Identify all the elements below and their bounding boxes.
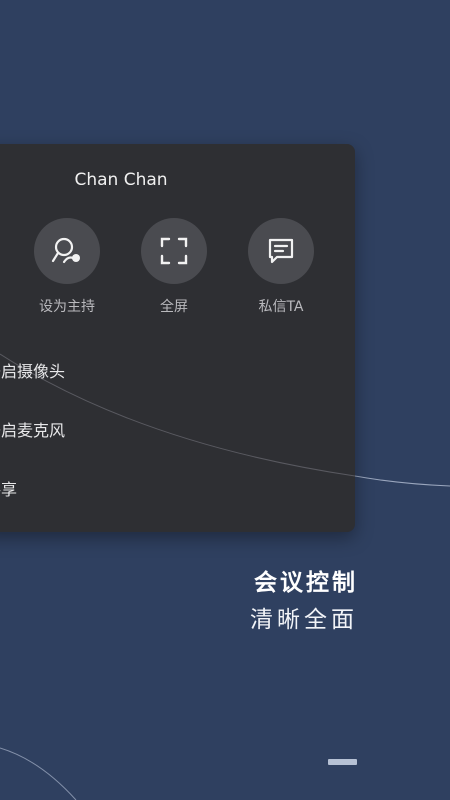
private-message-button[interactable]: 私信TA (241, 218, 321, 316)
menu-item-microphone[interactable]: 开启麦克风 (0, 417, 65, 441)
participant-control-panel: Chan Chan 设为主持 全屏 私信TA 启摄像头 启麦克风 享 (0, 144, 355, 532)
set-host-button[interactable]: 设为主持 (27, 218, 107, 316)
host-icon (51, 237, 80, 264)
fullscreen-label: 全屏 (160, 299, 188, 315)
set-host-label: 设为主持 (39, 299, 95, 315)
fullscreen-button[interactable]: 全屏 (134, 218, 214, 316)
panel-decorative-curve (0, 353, 355, 477)
participant-name: Chan Chan (74, 170, 168, 190)
menu-item-share[interactable]: 共享 (0, 476, 17, 500)
fullscreen-icon (160, 237, 188, 265)
message-icon-circle[interactable] (248, 218, 314, 284)
menu-item-camera[interactable]: 开启摄像头 (0, 358, 65, 382)
set-host-icon-circle[interactable] (34, 218, 100, 284)
feature-subtitle: 清晰全面 (250, 607, 358, 633)
feature-title: 会议控制 (254, 570, 358, 596)
private-message-label: 私信TA (258, 299, 304, 315)
fullscreen-icon-circle[interactable] (141, 218, 207, 284)
page-indicator (328, 759, 357, 765)
message-icon (268, 238, 294, 264)
